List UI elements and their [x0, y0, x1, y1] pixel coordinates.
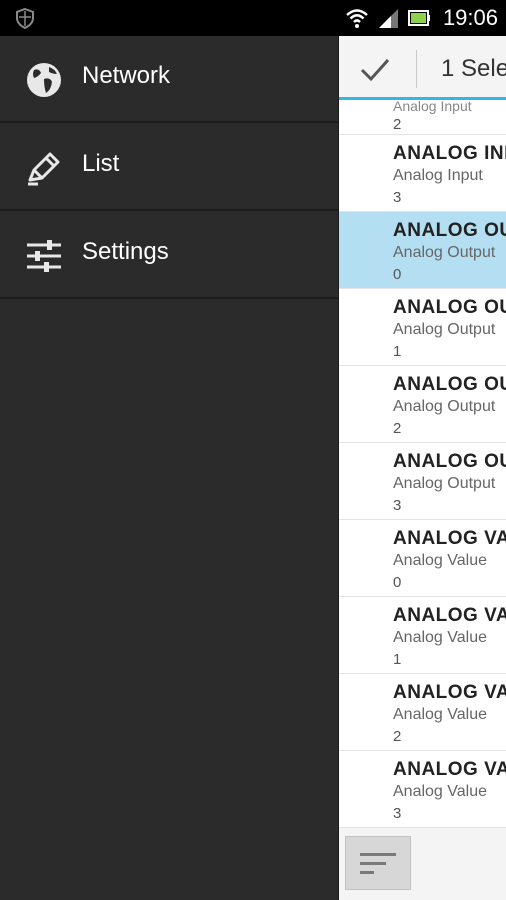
list-item-instance: 2	[393, 728, 402, 745]
drawer-item-network[interactable]: Network	[0, 36, 338, 123]
status-bar: 19:06	[0, 0, 506, 36]
list-item[interactable]: ANALOG OU Analog Output 2	[339, 366, 506, 443]
content-panel: 1 Sele Analog Input 2 ANALOG INP Analog …	[338, 36, 506, 900]
drawer-item-label: Network	[82, 62, 171, 89]
list-item-type: Analog Output	[393, 398, 496, 415]
list-item-instance: 3	[393, 805, 402, 822]
pencil-icon	[28, 152, 60, 186]
status-time: 19:06	[442, 5, 498, 30]
drawer-item-settings[interactable]: Settings	[0, 212, 338, 299]
list-item-type: Analog Output	[393, 244, 496, 261]
list-item-name: ANALOG VA	[393, 759, 506, 780]
signal-icon	[378, 9, 398, 28]
check-icon[interactable]	[359, 53, 391, 85]
list-item-instance: 1	[393, 651, 402, 668]
list-item[interactable]: ANALOG VA Analog Value 2	[339, 674, 506, 751]
drawer-item-list[interactable]: List	[0, 124, 338, 211]
list-item-type: Analog Output	[393, 321, 496, 338]
list-item[interactable]: ANALOG VA Analog Value 0	[339, 520, 506, 597]
bottom-bar	[339, 828, 506, 900]
list-item-name: ANALOG VA	[393, 605, 506, 626]
battery-icon	[407, 10, 430, 26]
list-item-instance: 0	[393, 574, 402, 591]
list-item-type: Analog Value	[393, 706, 487, 723]
list-item-name: ANALOG VA	[393, 682, 506, 703]
list-item-instance: 3	[393, 189, 402, 206]
list-item[interactable]: ANALOG OU Analog Output 3	[339, 443, 506, 520]
drawer-item-label: List	[82, 150, 120, 177]
list-item-type: Analog Output	[393, 475, 496, 492]
list-item[interactable]: ANALOG VA Analog Value 1	[339, 597, 506, 674]
list-item-name: ANALOG OU	[393, 220, 506, 241]
wifi-icon	[346, 9, 368, 28]
contextual-action-bar: 1 Sele	[339, 36, 506, 100]
list-item[interactable]: Analog Input 2	[339, 100, 506, 135]
list-item-instance: 2	[393, 420, 402, 437]
list-item-instance: 2	[393, 116, 402, 133]
navigation-drawer: Network List Settings	[0, 36, 338, 900]
list-item-instance: 1	[393, 343, 402, 360]
list-item[interactable]: ANALOG INP Analog Input 3	[339, 135, 506, 212]
globe-icon	[27, 63, 61, 97]
list-item-instance: 3	[393, 497, 402, 514]
sort-icon	[360, 853, 396, 874]
sliders-icon	[27, 240, 61, 272]
list-item-name: ANALOG OU	[393, 297, 506, 318]
drawer-item-label: Settings	[82, 238, 169, 265]
list-item[interactable]: ANALOG VA Analog Value 3	[339, 751, 506, 828]
list-item-selected[interactable]: ANALOG OU Analog Output 0	[339, 212, 506, 289]
list-item-type: Analog Value	[393, 552, 487, 569]
list-item-type: Analog Input	[393, 100, 472, 114]
list-item-type: Analog Value	[393, 783, 487, 800]
list-item-name: ANALOG OU	[393, 451, 506, 472]
list-item-type: Analog Value	[393, 629, 487, 646]
action-bar-divider	[416, 50, 417, 88]
list-item[interactable]: ANALOG OU Analog Output 1	[339, 289, 506, 366]
list-item-name: ANALOG INP	[393, 143, 506, 164]
selection-count-title: 1 Sele	[441, 55, 506, 82]
list-item-instance: 0	[393, 266, 402, 283]
shield-icon	[16, 7, 34, 29]
list-item-name: ANALOG VA	[393, 528, 506, 549]
list-item-name: ANALOG OU	[393, 374, 506, 395]
list-item-type: Analog Input	[393, 167, 483, 184]
sort-button[interactable]	[345, 836, 411, 890]
